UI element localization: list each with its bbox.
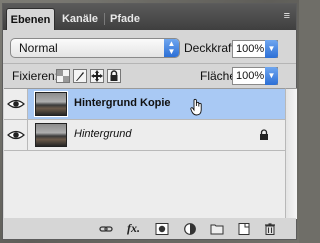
new-group-folder-icon[interactable] [210,223,224,235]
chevron-down-icon[interactable]: ▼ [265,40,278,58]
layer-row[interactable]: Hintergrund [4,120,285,151]
blend-mode-select[interactable]: Normal ▲ ▼ [10,38,180,58]
new-layer-icon[interactable] [237,223,251,235]
trash-icon[interactable] [263,223,277,235]
eye-icon [7,99,25,109]
layers-panel: Ebenen Kanäle Pfade ≡ Normal ▲ ▼ Deckkraf… [2,3,297,240]
divider [3,63,296,64]
layers-list: Hintergrund Kopie Hintergrund [4,88,285,219]
layers-toolbar: fx. [3,218,296,239]
visibility-toggle[interactable] [4,89,28,119]
adjustment-layer-icon[interactable] [183,223,197,235]
fill-value: 100% [236,70,265,82]
updown-arrows-icon: ▲ ▼ [164,39,179,57]
chevron-down-icon[interactable]: ▼ [265,67,278,85]
lock-icon [260,129,268,140]
lock-position-move-icon[interactable] [90,69,104,83]
lock-transparency-icon[interactable] [56,69,70,83]
visibility-toggle[interactable] [4,120,28,150]
opacity-value: 100% [236,43,265,55]
opacity-field[interactable]: 100% ▼ [232,40,278,58]
lock-all-icon[interactable] [107,69,121,83]
add-mask-icon[interactable] [155,223,169,235]
layer-name[interactable]: Hintergrund [74,128,131,140]
blend-mode-value: Normal [19,41,58,55]
eye-icon [7,130,25,140]
layer-name[interactable]: Hintergrund Kopie [74,97,171,109]
lock-label: Fixieren: [12,69,59,83]
tab-separator [104,13,105,25]
tab-bar: Ebenen Kanäle Pfade ≡ [3,4,296,30]
layer-thumbnail [35,123,67,147]
tab-kanaele[interactable]: Kanäle [57,8,103,30]
panel-menu-icon[interactable]: ≡ [276,11,290,22]
link-layers-icon[interactable] [99,223,113,235]
tab-pfade[interactable]: Pfade [107,8,143,30]
lock-pixels-brush-icon[interactable] [73,69,87,83]
opacity-label: Deckkraft: [184,41,239,55]
hand-cursor-icon [190,98,202,116]
layer-row[interactable]: Hintergrund Kopie [4,89,285,120]
layer-thumbnail [34,91,68,117]
fx-icon[interactable]: fx. [127,221,145,235]
fill-field[interactable]: 100% ▼ [232,67,278,85]
scrollbar[interactable] [285,88,297,219]
tab-ebenen[interactable]: Ebenen [6,8,55,30]
